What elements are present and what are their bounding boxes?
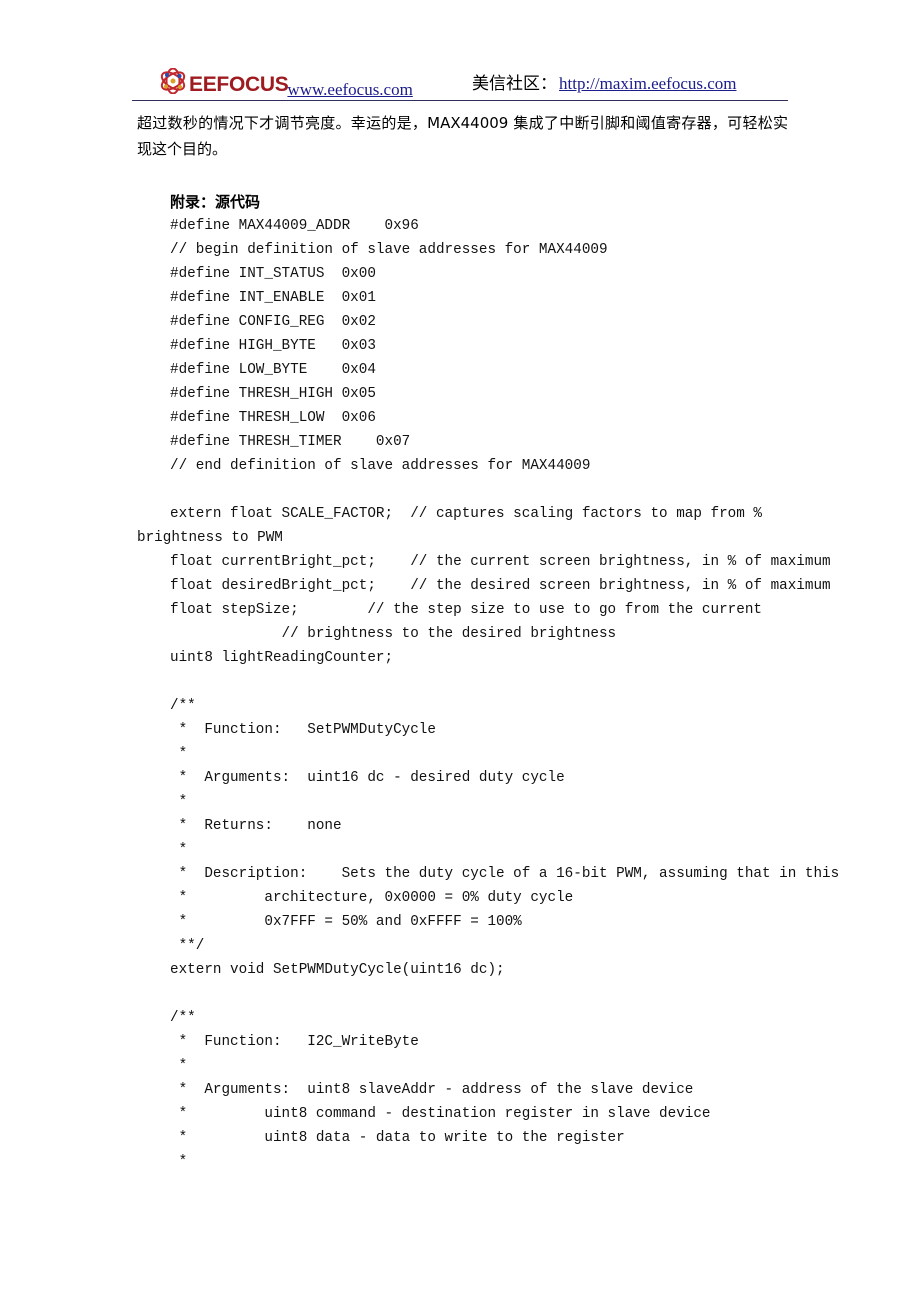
- appendix-heading: 附录：源代码: [170, 193, 261, 211]
- atom-logo-icon: [160, 68, 186, 94]
- code-line: extern void SetPWMDutyCycle(uint16 dc);: [170, 962, 505, 978]
- code-line: * Description: Sets the duty cycle of a …: [170, 866, 840, 882]
- code-line: * 0x7FFF = 50% and 0xFFFF = 100%: [170, 914, 522, 930]
- code-line: #define THRESH_TIMER 0x07: [170, 434, 411, 450]
- code-line: #define INT_ENABLE 0x01: [170, 290, 376, 306]
- maxim-community-link[interactable]: http://maxim.eefocus.com: [559, 74, 737, 94]
- brand-block: EEFOCUS www.eefocus.com: [158, 68, 414, 98]
- code-line: float currentBright_pct; // the current …: [170, 554, 831, 570]
- code-line: * uint8 data - data to write to the regi…: [170, 1130, 625, 1146]
- intro-paragraph: 超过数秒的情况下才调节亮度。幸运的是，MAX44009 集成了中断引脚和阈值寄存…: [137, 114, 788, 158]
- code-line: *: [170, 842, 188, 858]
- code-line: #define LOW_BYTE 0x04: [170, 362, 376, 378]
- header-row: EEFOCUS www.eefocus.com 美信社区： http://max…: [132, 52, 788, 98]
- code-line: // brightness to the desired brightness: [170, 626, 617, 642]
- header-right-block: 美信社区： http://maxim.eefocus.com: [472, 69, 737, 94]
- code-line: *: [170, 794, 188, 810]
- code-line: * Arguments: uint8 slaveAddr - address o…: [170, 1082, 694, 1098]
- code-line: * uint8 command - destination register i…: [170, 1106, 711, 1122]
- page-content: 超过数秒的情况下才调节亮度。幸运的是，MAX44009 集成了中断引脚和阈值寄存…: [137, 110, 840, 1174]
- page-header: EEFOCUS www.eefocus.com 美信社区： http://max…: [132, 52, 788, 100]
- code-line: extern float SCALE_FACTOR; // captures s…: [170, 506, 762, 522]
- code-line: *: [170, 746, 188, 762]
- code-line: float desiredBright_pct; // the desired …: [170, 578, 831, 594]
- header-divider: [132, 100, 788, 101]
- code-line: * Returns: none: [170, 818, 342, 834]
- code-line: float stepSize; // the step size to use …: [170, 602, 762, 618]
- code-line: brightness to PWM: [137, 530, 283, 546]
- code-line: #define HIGH_BYTE 0x03: [170, 338, 376, 354]
- code-line: * Arguments: uint16 dc - desired duty cy…: [170, 770, 565, 786]
- brand-name: EEFOCUS: [189, 73, 289, 96]
- code-line: /**: [170, 1010, 196, 1026]
- code-line: #define INT_STATUS 0x00: [170, 266, 376, 282]
- code-line: // begin definition of slave addresses f…: [170, 242, 608, 258]
- code-line: // end definition of slave addresses for…: [170, 458, 591, 474]
- code-line: /**: [170, 698, 196, 714]
- code-line: #define THRESH_LOW 0x06: [170, 410, 376, 426]
- code-line: *: [170, 1154, 188, 1170]
- code-line: #define MAX44009_ADDR 0x96: [170, 218, 419, 234]
- code-line: uint8 lightReadingCounter;: [170, 650, 394, 666]
- brand-url-link[interactable]: www.eefocus.com: [287, 81, 412, 98]
- code-line: * Function: I2C_WriteByte: [170, 1034, 419, 1050]
- document-page: EEFOCUS www.eefocus.com 美信社区： http://max…: [0, 0, 920, 1302]
- code-line: * architecture, 0x0000 = 0% duty cycle: [170, 890, 574, 906]
- code-line: #define THRESH_HIGH 0x05: [170, 386, 376, 402]
- code-line: *: [170, 1058, 188, 1074]
- maxim-community-label: 美信社区：: [472, 74, 557, 94]
- source-code-block: #define MAX44009_ADDR 0x96 // begin defin…: [137, 214, 840, 1174]
- code-line: **/: [170, 938, 205, 954]
- code-line: #define CONFIG_REG 0x02: [170, 314, 376, 330]
- code-line: * Function: SetPWMDutyCycle: [170, 722, 436, 738]
